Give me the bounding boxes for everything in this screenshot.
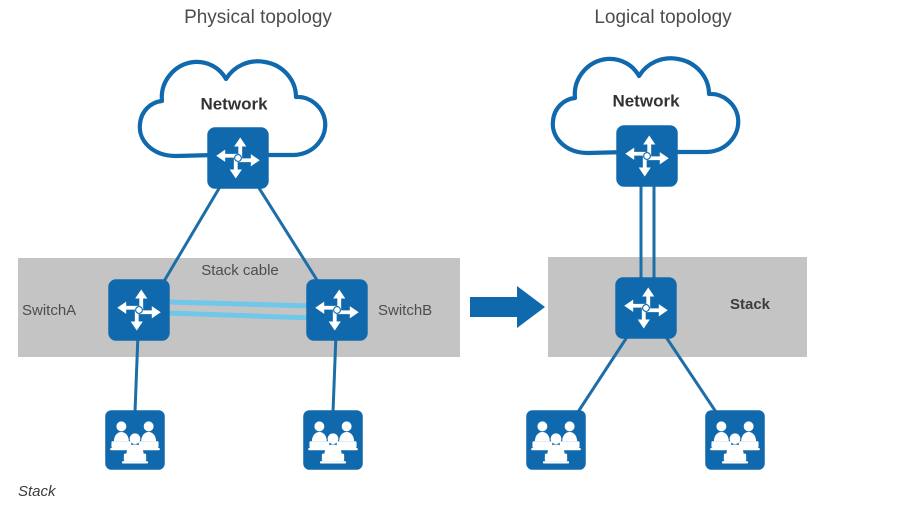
stack-cable-label: Stack cable xyxy=(201,262,279,279)
figure-caption: Stack xyxy=(18,483,57,500)
switch-icon-stack[interactable] xyxy=(615,277,677,339)
users-group-icon-physical-right[interactable] xyxy=(303,410,363,470)
diagram-canvas: Physical topology Logical topology Netwo… xyxy=(0,0,900,521)
switch-icon-switcha[interactable] xyxy=(108,279,170,341)
switch-icon-core-physical[interactable] xyxy=(207,127,269,189)
users-group-icon-logical-right[interactable] xyxy=(705,410,765,470)
logical-topology-title: Logical topology xyxy=(594,7,732,28)
topology-diagram: Physical topology Logical topology Netwo… xyxy=(18,7,807,500)
network-label-physical: Network xyxy=(200,94,268,113)
physical-topology-title: Physical topology xyxy=(184,7,332,28)
switch-icon-core-logical[interactable] xyxy=(616,125,678,187)
users-group-icon-physical-left[interactable] xyxy=(105,410,165,470)
stack-band-label: Stack xyxy=(730,296,771,313)
network-label-logical: Network xyxy=(612,91,680,110)
switch-icon-switchb[interactable] xyxy=(306,279,368,341)
switchb-label: SwitchB xyxy=(378,302,432,319)
switcha-label: SwitchA xyxy=(22,302,76,319)
right-arrow-icon xyxy=(470,286,545,328)
users-group-icon-logical-left[interactable] xyxy=(526,410,586,470)
